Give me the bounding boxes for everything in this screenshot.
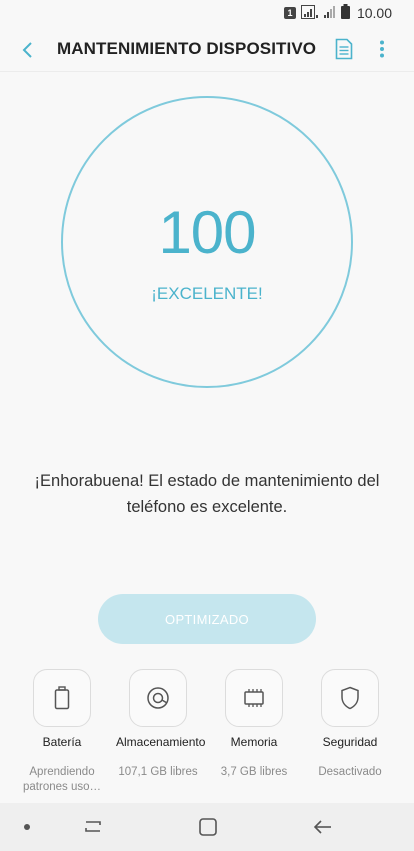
status-time: 10.00	[356, 5, 392, 21]
category-status: Desactivado	[318, 766, 382, 778]
category-status: Aprendiendo patrones uso…	[23, 766, 101, 793]
back-arrow-nav-icon	[313, 820, 331, 834]
nav-dot-button[interactable]	[13, 815, 41, 839]
category-security[interactable]: Seguridad Desactivado	[308, 669, 392, 780]
category-storage[interactable]: Almacenamiento 107,1 GB libres	[116, 669, 206, 780]
battery-icon	[54, 686, 70, 710]
category-label: Almacenamiento	[116, 735, 206, 749]
signal-icon-secondary	[323, 5, 336, 22]
status-bar: 1 10.00	[0, 0, 414, 26]
category-label: Batería	[42, 735, 82, 749]
status-message: ¡Enhorabuena! El estado de mantenimiento…	[34, 472, 380, 516]
back-nav-button[interactable]	[309, 815, 337, 839]
category-memory[interactable]: Memoria 3,7 GB libres	[212, 669, 296, 780]
report-button[interactable]	[332, 36, 356, 62]
optimize-button[interactable]: OPTIMIZADO	[98, 594, 316, 644]
category-status: 107,1 GB libres	[118, 766, 198, 778]
dot-icon	[24, 824, 30, 830]
signal-icon	[300, 4, 319, 22]
category-label: Memoria	[230, 735, 278, 749]
app-header: MANTENIMIENTO DISPOSITIVO	[0, 26, 414, 72]
home-button[interactable]	[194, 815, 222, 839]
shield-icon	[341, 686, 359, 710]
storage-icon	[147, 687, 169, 709]
page-title: MANTENIMIENTO DISPOSITIVO	[57, 39, 317, 58]
battery-status-icon	[340, 4, 350, 22]
home-square-icon	[199, 818, 217, 836]
category-label: Seguridad	[322, 735, 378, 749]
sim-badge: 1	[283, 7, 296, 19]
navigation-bar	[0, 803, 414, 851]
category-icon-box	[129, 669, 187, 727]
document-icon	[335, 38, 353, 60]
category-status: 3,7 GB libres	[220, 766, 288, 778]
score-status: ¡EXCELENTE!	[151, 284, 263, 303]
category-battery[interactable]: Batería Aprendiendo patrones uso…	[20, 669, 104, 795]
category-icon-box	[225, 669, 283, 727]
category-icon-box	[321, 669, 379, 727]
score-value: 100	[158, 199, 256, 266]
more-vertical-icon	[380, 40, 384, 58]
more-options-button[interactable]	[372, 36, 392, 62]
back-button[interactable]	[14, 36, 42, 64]
memory-chip-icon	[244, 689, 264, 707]
category-icon-box	[33, 669, 91, 727]
score-ring: 100 ¡EXCELENTE!	[61, 96, 353, 388]
recent-apps-icon	[85, 821, 101, 832]
back-arrow-icon	[22, 42, 32, 58]
recent-apps-button[interactable]	[79, 815, 107, 839]
